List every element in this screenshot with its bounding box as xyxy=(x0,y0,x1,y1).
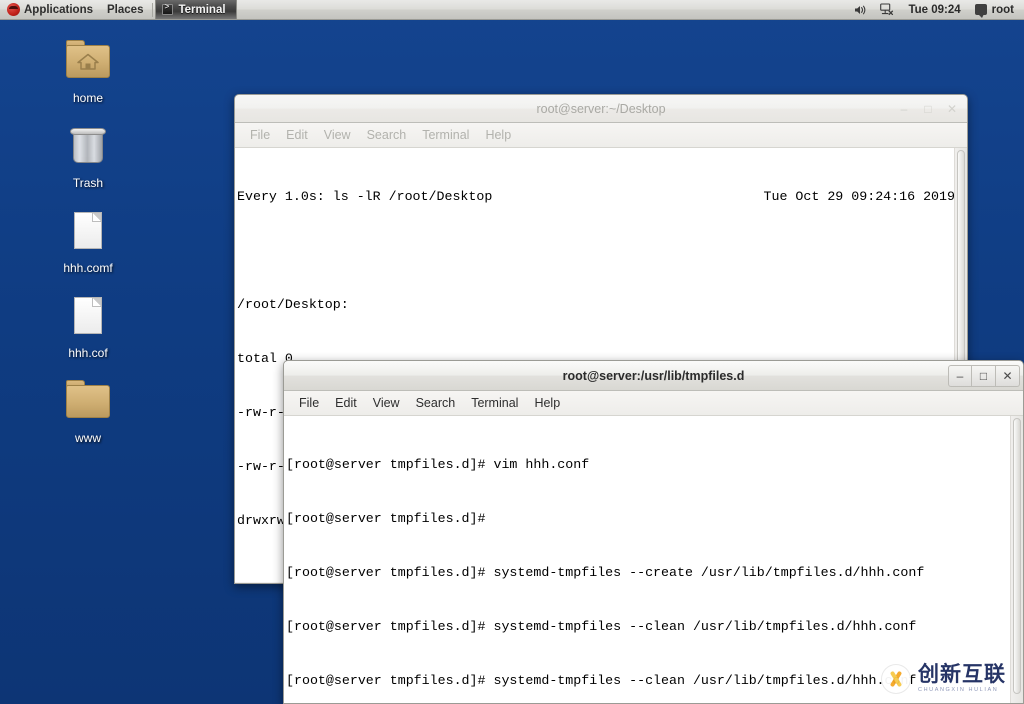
user-menu-icon xyxy=(974,4,987,18)
close-button[interactable]: ✕ xyxy=(996,364,1020,387)
menu-help[interactable]: Help xyxy=(478,126,518,144)
clock[interactable]: Tue 09:24 xyxy=(900,4,968,16)
menu-view[interactable]: View xyxy=(366,394,407,412)
minimize-button[interactable]: – xyxy=(892,98,916,120)
applications-menu-label: Applications xyxy=(24,3,94,16)
watch-header-right: Tue Oct 29 09:24:16 2019 xyxy=(763,189,954,204)
user-menu[interactable]: root xyxy=(969,0,1020,19)
menu-search[interactable]: Search xyxy=(409,394,463,412)
terminal-line: Every 1.0s: ls -lR /root/Desktop Tue Oct… xyxy=(237,188,954,206)
top-panel: Applications Places Terminal Tue 09:24 xyxy=(0,0,1024,20)
window-title: root@server:~/Desktop xyxy=(536,101,666,116)
terminal-scrollbar[interactable] xyxy=(1010,416,1023,703)
window-titlebar[interactable]: root@server:~/Desktop – □ ✕ xyxy=(235,95,967,123)
close-button[interactable]: ✕ xyxy=(940,98,964,120)
desktop-icon-home[interactable]: home xyxy=(38,20,138,105)
desktop-icon-www[interactable]: www xyxy=(38,360,138,445)
desktop-icon-label: Trash xyxy=(72,176,104,190)
terminal-line: [root@server tmpfiles.d]# systemd-tmpfil… xyxy=(286,673,917,688)
terminal-line: /root/Desktop: xyxy=(237,297,349,312)
terminal-icon xyxy=(162,3,174,15)
terminal-line: [root@server tmpfiles.d]# vim hhh.conf xyxy=(286,457,590,472)
window-titlebar[interactable]: root@server:/usr/lib/tmpfiles.d – □ ✕ xyxy=(284,361,1023,391)
places-menu-label: Places xyxy=(107,3,144,16)
user-menu-label: root xyxy=(991,3,1014,16)
applications-menu[interactable]: Applications xyxy=(0,0,100,19)
desktop-icon-hhh-cof[interactable]: hhh.cof xyxy=(38,275,138,360)
window-controls: – □ ✕ xyxy=(892,98,964,120)
desktop-icon-label: home xyxy=(72,91,104,105)
terminal-line: [root@server tmpfiles.d]# xyxy=(286,511,486,526)
desktop-icon-hhh-comf[interactable]: hhh.comf xyxy=(38,190,138,275)
window-title: root@server:/usr/lib/tmpfiles.d xyxy=(562,368,745,383)
menu-search[interactable]: Search xyxy=(360,126,414,144)
terminal-text: [root@server tmpfiles.d]# vim hhh.conf [… xyxy=(284,416,1010,703)
watch-header-left: Every 1.0s: ls -lR /root/Desktop xyxy=(237,189,493,204)
window-menubar: File Edit View Search Terminal Help xyxy=(235,123,967,148)
home-folder-icon xyxy=(63,36,113,86)
taskbar-item-label: Terminal xyxy=(178,3,226,16)
places-menu[interactable]: Places xyxy=(100,0,150,19)
menu-edit[interactable]: Edit xyxy=(279,126,315,144)
menu-file[interactable]: File xyxy=(243,126,277,144)
text-file-icon xyxy=(63,206,113,256)
window-menubar: File Edit View Search Terminal Help xyxy=(284,391,1023,416)
menu-edit[interactable]: Edit xyxy=(328,394,364,412)
window-controls: – □ ✕ xyxy=(948,364,1020,387)
window-terminal-tmpfiles[interactable]: root@server:/usr/lib/tmpfiles.d – □ ✕ Fi… xyxy=(283,360,1024,704)
desktop-icon-label: hhh.cof xyxy=(68,346,108,360)
minimize-button[interactable]: – xyxy=(948,364,972,387)
maximize-button[interactable]: □ xyxy=(972,364,996,387)
trash-icon xyxy=(63,121,113,171)
panel-right-group: Tue 09:24 root xyxy=(848,0,1024,19)
menu-help[interactable]: Help xyxy=(527,394,567,412)
taskbar-item-terminal[interactable]: Terminal xyxy=(155,0,237,19)
menu-terminal[interactable]: Terminal xyxy=(415,126,476,144)
text-file-icon xyxy=(63,291,113,341)
menu-terminal[interactable]: Terminal xyxy=(464,394,525,412)
panel-left-group: Applications Places Terminal xyxy=(0,0,237,19)
network-disconnected-icon[interactable] xyxy=(874,0,900,19)
terminal-output-area[interactable]: [root@server tmpfiles.d]# vim hhh.conf [… xyxy=(284,416,1023,703)
scrollbar-thumb[interactable] xyxy=(1013,418,1021,694)
menu-file[interactable]: File xyxy=(292,394,326,412)
desktop-icon-label: www xyxy=(75,431,101,445)
maximize-button[interactable]: □ xyxy=(916,98,940,120)
desktop-icon-label: hhh.comf xyxy=(63,261,113,275)
speaker-volume-icon[interactable] xyxy=(848,0,874,19)
terminal-line: [root@server tmpfiles.d]# systemd-tmpfil… xyxy=(286,619,917,634)
terminal-line: [root@server tmpfiles.d]# systemd-tmpfil… xyxy=(286,565,925,580)
panel-divider xyxy=(152,2,154,17)
desktop-icon-area: home Trash hhh.comf hhh.cof www xyxy=(0,20,180,445)
folder-icon xyxy=(63,376,113,426)
window-frame: root@server:/usr/lib/tmpfiles.d – □ ✕ Fi… xyxy=(283,360,1024,704)
menu-view[interactable]: View xyxy=(317,126,358,144)
desktop-icon-trash[interactable]: Trash xyxy=(38,105,138,190)
redhat-logo-icon xyxy=(7,3,20,16)
